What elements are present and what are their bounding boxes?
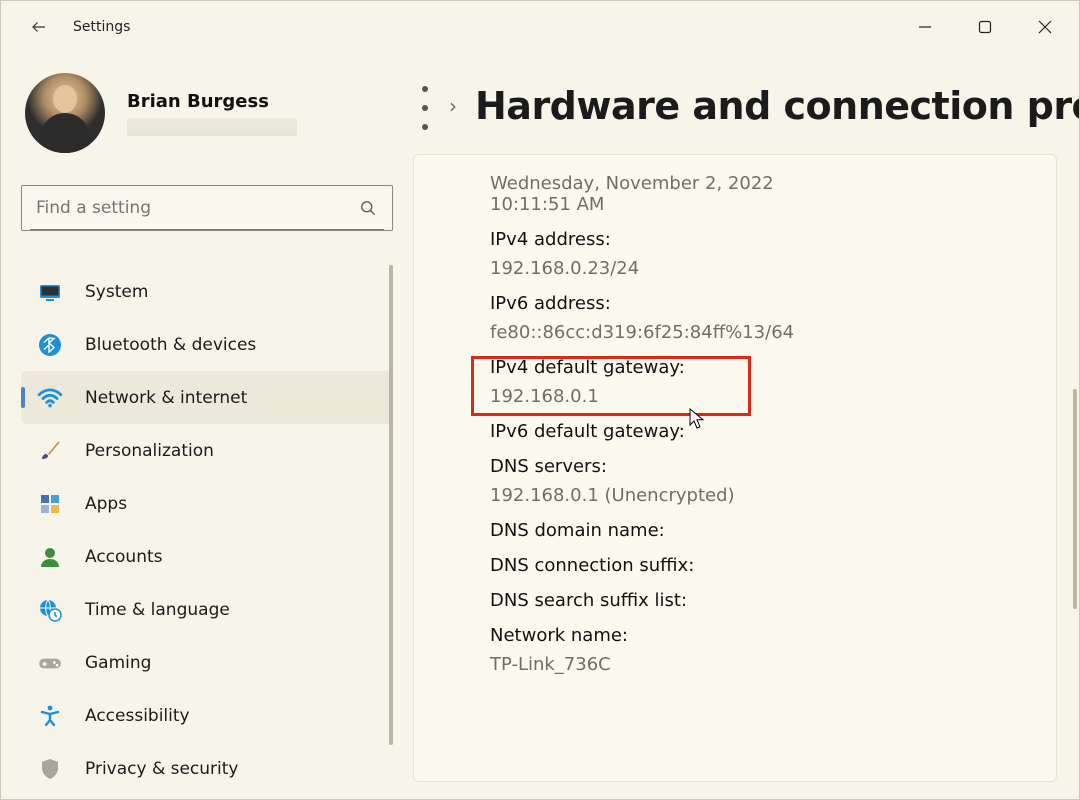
chevron-right-icon: ›: [449, 94, 457, 118]
prop-value: TP-Link_736C: [490, 654, 1056, 675]
prop-label: IPv4 default gateway:: [490, 357, 1056, 378]
gamepad-icon: [37, 650, 63, 676]
sidebar-item-network-internet[interactable]: Network & internet: [21, 371, 393, 424]
sidebar-item-gaming[interactable]: Gaming: [21, 636, 393, 689]
prop-row: Network name: TP-Link_736C: [490, 625, 1056, 675]
search-box[interactable]: [21, 185, 393, 231]
prop-label: DNS domain name:: [490, 520, 1056, 541]
breadcrumb: › Hardware and connection pro: [413, 77, 1080, 134]
prop-value: 192.168.0.1 (Unencrypted): [490, 485, 1056, 506]
prop-value: 192.168.0.23/24: [490, 258, 1056, 279]
sidebar-pane: Brian Burgess System Bluetooth & devices N…: [1, 53, 413, 799]
avatar: [25, 73, 105, 153]
sidebar-item-label: System: [85, 282, 148, 302]
prop-label: DNS servers:: [490, 456, 1056, 477]
page-title: Hardware and connection pro: [475, 84, 1080, 128]
arrow-left-icon: [30, 18, 48, 36]
prop-label: DNS connection suffix:: [490, 555, 1056, 576]
sidebar-item-accessibility[interactable]: Accessibility: [21, 689, 393, 742]
sidebar-item-personalization[interactable]: Personalization: [21, 424, 393, 477]
brush-icon: [37, 438, 63, 464]
apps-icon: [37, 491, 63, 517]
nav-wrap: System Bluetooth & devices Network & inter…: [21, 265, 393, 795]
prop-row: DNS servers: 192.168.0.1 (Unencrypted): [490, 456, 1056, 506]
monitor-icon: [37, 279, 63, 305]
maximize-icon: [978, 20, 992, 34]
sidebar-item-apps[interactable]: Apps: [21, 477, 393, 530]
sidebar-item-label: Accounts: [85, 547, 163, 567]
prop-row: IPv4 default gateway: 192.168.0.1: [490, 357, 1056, 407]
close-icon: [1038, 20, 1052, 34]
sidebar-nav: System Bluetooth & devices Network & inter…: [21, 265, 393, 795]
shield-icon: [37, 756, 63, 782]
prop-value: fe80::86cc:d319:6f25:84ff%13/64: [490, 322, 1056, 343]
breadcrumb-overflow[interactable]: [419, 77, 431, 134]
prop-date: Wednesday, November 2, 2022: [490, 173, 1056, 194]
back-button[interactable]: [23, 11, 55, 43]
prop-label: IPv6 default gateway:: [490, 421, 1056, 442]
bluetooth-icon: [37, 332, 63, 358]
sidebar-item-label: Bluetooth & devices: [85, 335, 256, 355]
profile-texts: Brian Burgess: [127, 91, 297, 136]
prop-value: 192.168.0.1: [490, 386, 1056, 407]
sidebar-item-label: Network & internet: [85, 388, 247, 408]
sidebar-item-label: Personalization: [85, 441, 214, 461]
minimize-button[interactable]: [895, 7, 955, 47]
prop-row: IPv6 default gateway:: [490, 421, 1056, 442]
user-display-name: Brian Burgess: [127, 91, 297, 112]
prop-label: IPv4 address:: [490, 229, 1056, 250]
profile-block[interactable]: Brian Burgess: [25, 73, 393, 153]
close-button[interactable]: [1015, 7, 1075, 47]
search-icon: [358, 198, 378, 218]
wifi-icon: [37, 385, 63, 411]
sidebar-item-bluetooth-devices[interactable]: Bluetooth & devices: [21, 318, 393, 371]
prop-time: 10:11:51 AM: [490, 194, 1056, 215]
prop-label: Network name:: [490, 625, 1056, 646]
prop-row: IPv4 address: 192.168.0.23/24: [490, 229, 1056, 279]
prop-row: DNS connection suffix:: [490, 555, 1056, 576]
sidebar-item-accounts[interactable]: Accounts: [21, 530, 393, 583]
sidebar-item-label: Apps: [85, 494, 127, 514]
sidebar-item-label: Accessibility: [85, 706, 190, 726]
titlebar: Settings: [1, 1, 1079, 53]
sidebar-scrollbar[interactable]: [389, 265, 393, 745]
content-area: Brian Burgess System Bluetooth & devices N…: [1, 53, 1079, 799]
window-title: Settings: [73, 19, 130, 35]
main-pane: › Hardware and connection pro Wednesday,…: [413, 53, 1080, 799]
sidebar-item-label: Time & language: [85, 600, 230, 620]
person-icon: [37, 544, 63, 570]
prop-label: DNS search suffix list:: [490, 590, 1056, 611]
sidebar-item-time-language[interactable]: Time & language: [21, 583, 393, 636]
sidebar-item-label: Gaming: [85, 653, 151, 673]
sidebar-item-privacy-security[interactable]: Privacy & security: [21, 742, 393, 795]
accessibility-icon: [37, 703, 63, 729]
minimize-icon: [918, 20, 932, 34]
globe-clock-icon: [37, 597, 63, 623]
properties-panel: Wednesday, November 2, 2022 10:11:51 AM …: [413, 154, 1057, 782]
page-scrollbar[interactable]: [1073, 389, 1077, 609]
prop-row: DNS search suffix list:: [490, 590, 1056, 611]
prop-row: DNS domain name:: [490, 520, 1056, 541]
search-input[interactable]: [36, 198, 358, 218]
settings-window: Settings Brian Burgess: [0, 0, 1080, 800]
sidebar-item-system[interactable]: System: [21, 265, 393, 318]
user-email-redacted: [127, 118, 297, 136]
maximize-button[interactable]: [955, 7, 1015, 47]
sidebar-item-label: Privacy & security: [85, 759, 239, 779]
prop-label: IPv6 address:: [490, 293, 1056, 314]
prop-row: IPv6 address:fe80::86cc:d319:6f25:84ff%1…: [490, 293, 1056, 343]
